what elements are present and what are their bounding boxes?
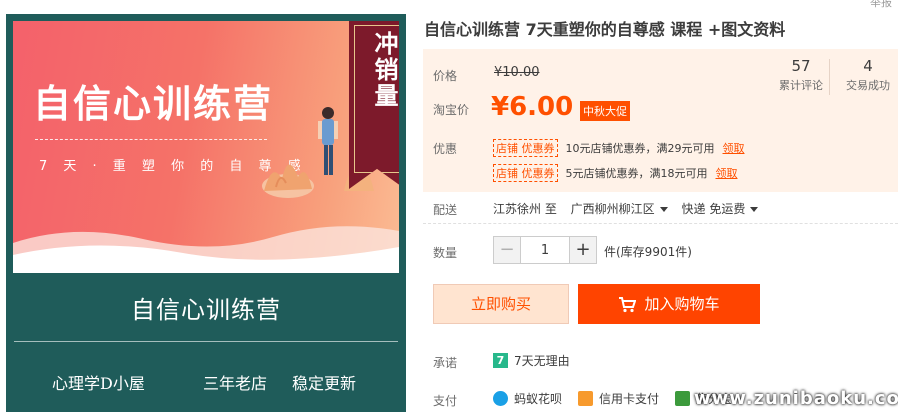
ship-method-select[interactable]: 快递 免运费 [682,202,759,216]
payment-label: 支付 [433,394,458,408]
quantity-input[interactable] [521,236,569,264]
seven-day-icon: 7 [493,353,508,368]
shop-tag-years: 三年老店 [203,374,268,393]
pay-method-label: 蚂蚁花呗 [514,392,563,406]
cart-icon [619,296,637,312]
add-to-cart-label: 加入购物车 [644,295,720,313]
coupon-label: 优惠 [433,142,458,156]
ship-to-select[interactable]: 广西柳州柳江区 [571,202,668,216]
review-stat[interactable]: 57 累计评论 [773,57,829,93]
ship-method-text: 快递 免运费 [681,202,746,216]
promise-row: 7 7天无理由 [493,352,570,369]
banner-title: 自信心训练营 [33,82,274,126]
section-divider [423,223,898,224]
shop-name: 心理学D小屋 [52,374,145,393]
price-label: 价格 [433,69,458,83]
banner-divider [35,139,267,140]
credit-card-icon [578,391,594,406]
claim-coupon-link[interactable]: 领取 [716,167,738,180]
stat-divider [829,59,830,95]
quantity-stepper: − + [493,236,597,264]
report-link[interactable]: 举报 [870,0,892,10]
promo-badge: 中秋大促 [580,101,630,121]
product-title: 自信心训练营 7天重塑你的自尊感 课程 +图文资料 [424,20,786,39]
review-label: 累计评论 [779,79,823,92]
shipping-label: 配送 [433,203,458,217]
sales-label: 交易成功 [846,79,890,92]
coupon-tag: 店铺 优惠券 [493,139,558,157]
watermark: www.zunibaoku.com [694,388,898,409]
quantity-label: 数量 [433,246,458,260]
taobao-price-label: 淘宝价 [433,103,470,117]
panel-title: 自信心训练营 [131,296,281,324]
ribbon-text: 冲销量 [370,31,398,109]
stock-info: 件(库存9901件) [604,245,692,259]
review-count: 57 [791,57,811,75]
jifenbao-icon [675,391,691,406]
coupon-section: 优惠 店铺 优惠券 10元店铺优惠券，满29元可用 领取 店铺 优惠券 5元店铺优惠券… [423,124,898,192]
huabei-icon [493,391,508,406]
sales-ribbon: 冲销量 [349,21,399,189]
pay-method-label: 信用卡支付 [599,392,660,406]
chevron-down-icon [750,207,759,212]
promise-label: 承诺 [433,356,458,370]
sales-count: 4 [863,57,873,75]
shop-tag-updates: 稳定更新 [292,374,357,393]
shipping-row: 江苏徐州 至 广西柳州柳江区 快递 免运费 [493,200,768,217]
banner-wave [13,226,399,273]
product-image-panel[interactable]: 自信心训练营 7 天 · 重 塑 你 的 自 尊 感 冲销量 自信心训练营 心理… [6,14,406,412]
chevron-down-icon [659,207,668,212]
sales-stat: 4 交易成功 [840,57,896,93]
price-box: 价格 ¥10.00 淘宝价 ¥6.00 中秋大促 57 累计评论 4 交易成功 [423,49,898,124]
panel-divider [14,341,398,342]
product-banner-image: 自信心训练营 7 天 · 重 塑 你 的 自 尊 感 冲销量 [13,21,399,273]
pay-method-huabei[interactable]: 蚂蚁花呗 [493,390,562,407]
promise-text[interactable]: 7天无理由 [514,352,570,369]
coupon-row: 店铺 优惠券 10元店铺优惠券，满29元可用 领取 [493,139,745,157]
coupon-row: 店铺 优惠券 5元店铺优惠券，满18元可用 领取 [493,164,738,182]
coupon-tag: 店铺 优惠券 [493,164,558,182]
coupon-text: 5元店铺优惠券，满18元可用 [565,167,708,180]
current-price: ¥6.00 [491,92,574,122]
add-to-cart-button[interactable]: 加入购物车 [578,284,760,324]
ship-from: 江苏徐州 至 [493,202,557,216]
increase-button[interactable]: + [569,236,597,264]
original-price: ¥10.00 [494,65,540,80]
claim-coupon-link[interactable]: 领取 [723,142,745,155]
coupon-text: 10元店铺优惠券，满29元可用 [565,142,715,155]
buy-now-button[interactable]: 立即购买 [433,284,569,324]
pay-method-credit-card[interactable]: 信用卡支付 [578,390,659,407]
ship-to-text: 广西柳州柳江区 [570,202,655,216]
decrease-button[interactable]: − [493,236,521,264]
